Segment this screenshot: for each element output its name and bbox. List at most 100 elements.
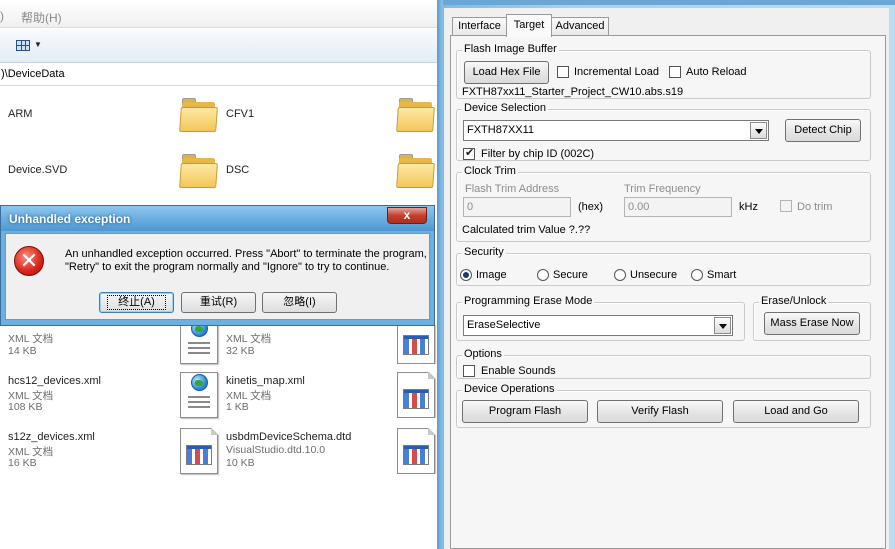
trim-frequency-label: Trim Frequency [624,183,701,195]
dtd-file-icon [180,427,219,474]
file-size: 16 KB [8,457,37,469]
hex-unit-label: (hex) [578,201,604,213]
tab-label: Target [513,19,545,31]
dtd-item-partial[interactable] [396,372,437,418]
folder-icon [179,98,218,132]
filter-by-chip-id-label: Filter by chip ID (002C) [481,148,595,160]
security-smart-radio[interactable] [691,269,703,281]
loaded-file-name: FXTH87xx11_Starter_Project_CW10.abs.s19 [462,86,684,98]
ignore-button[interactable]: 忽略(I) [262,292,337,313]
detect-chip-button[interactable]: Detect Chip [785,119,861,142]
dtd-item-partial[interactable] [396,428,437,474]
tab-target[interactable]: Target [506,14,552,37]
menu-help[interactable]: 帮助(H) [21,9,62,26]
file-type: XML 文档 [226,333,272,345]
do-trim-checkbox[interactable] [780,200,792,212]
security-image-radio[interactable] [460,269,472,281]
file-item-s12z-devices[interactable]: s12z_devices.xml XML 文档 16 KB [0,428,170,474]
verify-flash-button[interactable]: Verify Flash [597,400,723,423]
file-size: 10 KB [226,457,255,469]
erase-mode-group: Programming Erase Mode EraseSelective [456,295,745,341]
file-item-dsc[interactable]: DSC [178,152,388,192]
view-grid-icon [16,40,30,51]
folder-icon [396,154,435,188]
group-legend: Flash Image Buffer [462,43,559,55]
device-select[interactable]: FXTH87XX11 [463,120,769,141]
group-legend: Options [462,348,504,360]
ignore-label: 忽略(I) [283,296,316,308]
incremental-load-checkbox[interactable] [557,66,569,78]
file-item-hcs12-devices[interactable]: hcs12_devices.xml XML 文档 108 KB [0,372,170,418]
security-unsecure-label: Unsecure [630,269,678,281]
chevron-down-icon[interactable] [714,317,731,334]
security-smart-label: Smart [707,269,737,281]
file-size: 14 KB [8,345,37,357]
load-hex-file-button[interactable]: Load Hex File [464,61,549,84]
folder-item-partial[interactable] [395,152,437,192]
auto-reload-label: Auto Reload [686,66,747,78]
explorer-menubar: ) 帮助(H) [0,0,437,28]
file-name: kinetis_map.xml [226,375,305,387]
erase-unlock-group: Erase/Unlock Mass Erase Now [753,295,871,341]
file-item-device-svd[interactable]: Device.SVD [0,152,170,192]
retry-label: 重试(R) [199,296,238,308]
tab-interface[interactable]: Interface [452,17,507,36]
erase-mode-value: EraseSelective [467,319,541,331]
address-bar[interactable]: )\DeviceData [0,64,437,86]
security-secure-radio[interactable] [537,269,549,281]
file-name: hcs12_devices.xml [8,375,101,387]
chevron-down-icon: ▼ [34,40,42,49]
retry-button[interactable]: 重试(R) [181,292,256,313]
group-legend: Security [462,246,506,258]
program-flash-button[interactable]: Program Flash [462,400,588,423]
window-frame-top [437,0,895,5]
mass-erase-now-button[interactable]: Mass Erase Now [764,312,860,335]
close-icon: x [403,208,411,222]
address-path: )\DeviceData [1,68,65,80]
trim-frequency-input[interactable]: 0.00 [624,197,732,217]
explorer-toolbar: ▼ [0,29,437,63]
security-unsecure-radio[interactable] [614,269,626,281]
file-item-usbdm-schema[interactable]: usbdmDeviceSchema.dtd VisualStudio.dtd.1… [178,426,388,476]
incremental-load-label: Incremental Load [574,66,659,78]
flash-trim-address-input[interactable]: 0 [463,197,571,217]
security-secure-label: Secure [553,269,588,281]
close-button[interactable]: x [387,207,427,224]
group-legend: Clock Trim [462,165,518,177]
file-item-kinetis-map[interactable]: kinetis_map.xml XML 文档 1 KB [178,370,388,418]
abort-button[interactable]: 终止(A) [99,292,174,313]
file-type: VisualStudio.dtd.10.0 [226,444,326,456]
filter-by-chip-id-checkbox[interactable] [463,146,475,160]
file-name: usbdmDeviceSchema.dtd [226,431,352,443]
folder-item-partial[interactable] [395,96,437,136]
enable-sounds-label: Enable Sounds [481,365,556,377]
dialog-titlebar[interactable]: Unhandled exception x [1,206,434,231]
erase-mode-select[interactable]: EraseSelective [463,315,733,336]
button-label: Verify Flash [631,405,689,417]
flash-trim-address-value: 0 [467,201,474,213]
target-tab-panel: Flash Image Buffer Load Hex File Increme… [450,35,886,549]
auto-reload-checkbox[interactable] [669,66,681,78]
file-size: 108 KB [8,401,43,413]
file-type: XML 文档 [8,333,54,345]
chevron-down-icon[interactable] [750,122,767,139]
file-item-cfv1[interactable]: CFV1 [178,96,388,136]
usbdm-client-area: Interface Target Advanced Flash Image Bu… [443,8,889,549]
enable-sounds-checkbox[interactable] [463,365,475,377]
load-and-go-button[interactable]: Load and Go [733,400,859,423]
button-label: Load Hex File [472,66,541,78]
error-icon: ✕ [14,246,44,276]
khz-unit-label: kHz [739,201,758,213]
file-item-arm[interactable]: ARM [0,96,170,136]
dialog-body: ✕ An unhandled exception occurred. Press… [5,233,430,320]
view-options-button[interactable]: ▼ [16,38,42,54]
security-group: Security Image Secure Unsecure Smart [456,246,871,286]
menu-fragment[interactable]: ) [0,9,4,23]
file-name: ARM [8,108,33,120]
calculated-trim-label: Calculated trim Value ?.?? [462,224,591,236]
do-trim-label: Do trim [797,201,833,213]
abort-label: 终止(A) [107,295,166,310]
dtd-file-icon [397,428,436,474]
group-legend: Device Operations [462,383,557,395]
tab-advanced[interactable]: Advanced [551,17,609,36]
